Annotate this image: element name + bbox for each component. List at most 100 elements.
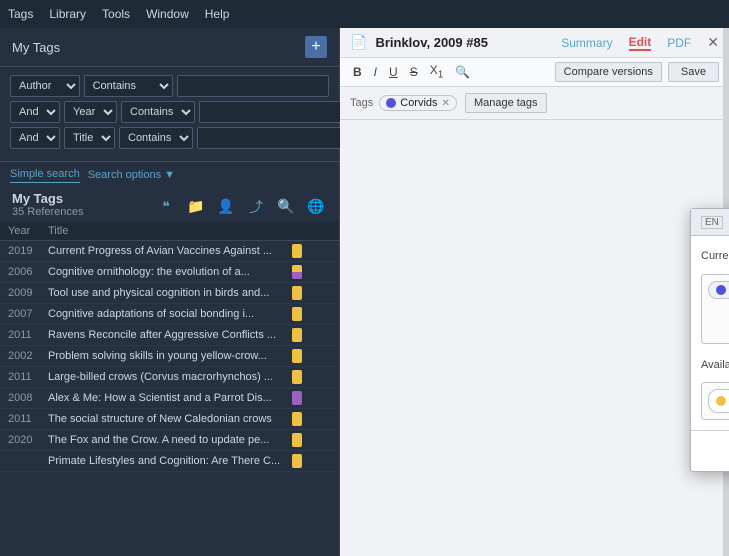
td-title: Ravens Reconcile after Aggressive Confli… — [48, 329, 288, 341]
dialog-lang-label: EN — [701, 216, 723, 229]
tab-search-options[interactable]: Search options ▼ — [88, 167, 175, 183]
filter2-connector[interactable]: And — [10, 101, 60, 123]
search-filters: Author Contains And Year Contains — [0, 67, 339, 162]
main-layout: My Tags + Author Contains And Y — [0, 28, 729, 556]
filter2-field[interactable]: Year — [64, 101, 117, 123]
filter2-operator[interactable]: Contains — [121, 101, 195, 123]
globe-icon[interactable]: 🌐 — [305, 196, 327, 218]
td-title: Cognitive adaptations of social bonding … — [48, 308, 288, 320]
row-color-indicator — [292, 391, 302, 405]
col-header-year: Year — [8, 225, 48, 237]
filter1-field[interactable]: Author — [10, 75, 80, 97]
row-color-indicator — [292, 349, 302, 363]
doc-icon: 📄 — [350, 34, 367, 51]
corvids-tag-dot — [386, 98, 396, 108]
bold-button[interactable]: B — [350, 64, 365, 80]
td-year: 2011 — [8, 413, 48, 425]
td-year: 2009 — [8, 287, 48, 299]
menu-tools[interactable]: Tools — [102, 7, 130, 21]
current-tags-label: Current tags for Brinklov, 2009 #85 — [701, 250, 729, 262]
row-color-indicator — [292, 412, 302, 426]
corvids-tag-chip[interactable]: Corvids ✕ — [379, 95, 457, 111]
tab-edit[interactable]: Edit — [629, 35, 652, 51]
menu-help[interactable]: Help — [205, 7, 230, 21]
td-title: The social structure of New Caledonian c… — [48, 413, 288, 425]
row-color-indicator — [292, 286, 302, 300]
reference-title: Brinklov, 2009 #85 — [375, 35, 545, 50]
upload-icon[interactable]: ⤴ — [245, 196, 267, 218]
table-row[interactable]: 2008Alex & Me: How a Scientist and a Par… — [0, 388, 339, 409]
compare-versions-button[interactable]: Compare versions — [555, 62, 662, 82]
italic-button[interactable]: I — [371, 64, 380, 80]
td-year: 2011 — [8, 329, 48, 341]
filter3-operator[interactable]: Contains — [119, 127, 193, 149]
filter-row-2: And Year Contains — [10, 101, 329, 123]
strikethrough-button[interactable]: S — [407, 64, 421, 80]
editor-toolbar: B I U S X1 🔍 Compare versions Save — [340, 58, 729, 87]
search-field-icon[interactable]: 🔍 — [452, 64, 473, 80]
td-year: 2006 — [8, 266, 48, 278]
menu-tags[interactable]: Tags — [8, 7, 33, 21]
manage-tags-dialog: EN Manage Tags × Current tags for Brinkl… — [690, 208, 729, 472]
quote-icon[interactable]: ❝ — [155, 196, 177, 218]
remove-corvids-tag-icon[interactable]: ✕ — [442, 98, 450, 109]
manage-tags-button[interactable]: Manage tags — [465, 93, 547, 113]
current-corvids-dot — [716, 285, 726, 295]
table-body: 2019Current Progress of Avian Vaccines A… — [0, 241, 339, 472]
filter3-connector[interactable]: And — [10, 127, 60, 149]
tags-bar-label: Tags — [350, 97, 373, 109]
available-tags-row: Available tags 🔍 Create tag — [701, 354, 729, 376]
reference-table[interactable]: Year Title 2019Current Progress of Avian… — [0, 222, 339, 556]
underline-button[interactable]: U — [386, 64, 401, 80]
library-info: My Tags 35 References — [12, 191, 84, 218]
table-row[interactable]: 2007Cognitive adaptations of social bond… — [0, 304, 339, 325]
td-year: 2007 — [8, 308, 48, 320]
close-panel-icon[interactable]: ✕ — [707, 34, 719, 51]
person-icon[interactable]: 👤 — [215, 196, 237, 218]
tab-summary[interactable]: Summary — [561, 36, 612, 50]
folder-icon[interactable]: 📁 — [185, 196, 207, 218]
table-row[interactable]: 2019Current Progress of Avian Vaccines A… — [0, 241, 339, 262]
search2-icon[interactable]: 🔍 — [275, 196, 297, 218]
td-year: 2020 — [8, 434, 48, 446]
tab-pdf[interactable]: PDF — [667, 36, 691, 50]
filter3-field[interactable]: Title — [64, 127, 115, 149]
row-color-indicator — [292, 265, 302, 279]
table-row[interactable]: 2011Ravens Reconcile after Aggressive Co… — [0, 325, 339, 346]
table-row[interactable]: 2009Tool use and physical cognition in b… — [0, 283, 339, 304]
table-row[interactable]: 2011The social structure of New Caledoni… — [0, 409, 339, 430]
available-tags-box: Aviary Studies EndNote 21 Falcons — [701, 382, 729, 420]
right-panel: 📄 Brinklov, 2009 #85 Summary Edit PDF ✕ … — [340, 28, 729, 556]
menu-library[interactable]: Library — [49, 7, 86, 21]
td-title: Cognitive ornithology: the evolution of … — [48, 266, 288, 278]
table-row[interactable]: 2002Problem solving skills in young yell… — [0, 346, 339, 367]
current-tags-box: Corvids ✕ — [701, 274, 729, 344]
filter1-operator[interactable]: Contains — [84, 75, 173, 97]
add-tag-button[interactable]: + — [305, 36, 327, 58]
library-title: My Tags — [12, 191, 84, 206]
table-row[interactable]: 2006Cognitive ornithology: the evolution… — [0, 262, 339, 283]
td-title: Problem solving skills in young yellow-c… — [48, 350, 288, 362]
search-options-arrow: ▼ — [164, 169, 175, 181]
tags-panel-title: My Tags — [12, 40, 305, 55]
filter2-value[interactable] — [199, 101, 351, 123]
tab-simple-search[interactable]: Simple search — [10, 166, 80, 183]
table-row[interactable]: Primate Lifestyles and Cognition: Are Th… — [0, 451, 339, 472]
subscript-button[interactable]: X1 — [427, 62, 447, 81]
save-button[interactable]: Save — [668, 62, 719, 82]
menu-window[interactable]: Window — [146, 7, 189, 21]
current-corvids-chip[interactable]: Corvids ✕ — [708, 281, 729, 299]
table-row[interactable]: 2020The Fox and the Crow. A need to upda… — [0, 430, 339, 451]
filter-row-3: And Title Contains — [10, 127, 329, 149]
td-year: 2008 — [8, 392, 48, 404]
library-header: My Tags 35 References ❝ 📁 👤 ⤴ 🔍 🌐 — [0, 187, 339, 222]
td-year: 2011 — [8, 371, 48, 383]
filter1-value[interactable] — [177, 75, 329, 97]
td-title: Large-billed crows (Corvus macrorhynchos… — [48, 371, 288, 383]
filter3-value[interactable] — [197, 127, 349, 149]
avail-aviary-studies-chip[interactable]: Aviary Studies — [708, 389, 729, 413]
table-row[interactable]: 2011Large-billed crows (Corvus macrorhyn… — [0, 367, 339, 388]
library-count: 35 References — [12, 206, 84, 218]
row-color-indicator — [292, 328, 302, 342]
left-panel: My Tags + Author Contains And Y — [0, 28, 340, 556]
